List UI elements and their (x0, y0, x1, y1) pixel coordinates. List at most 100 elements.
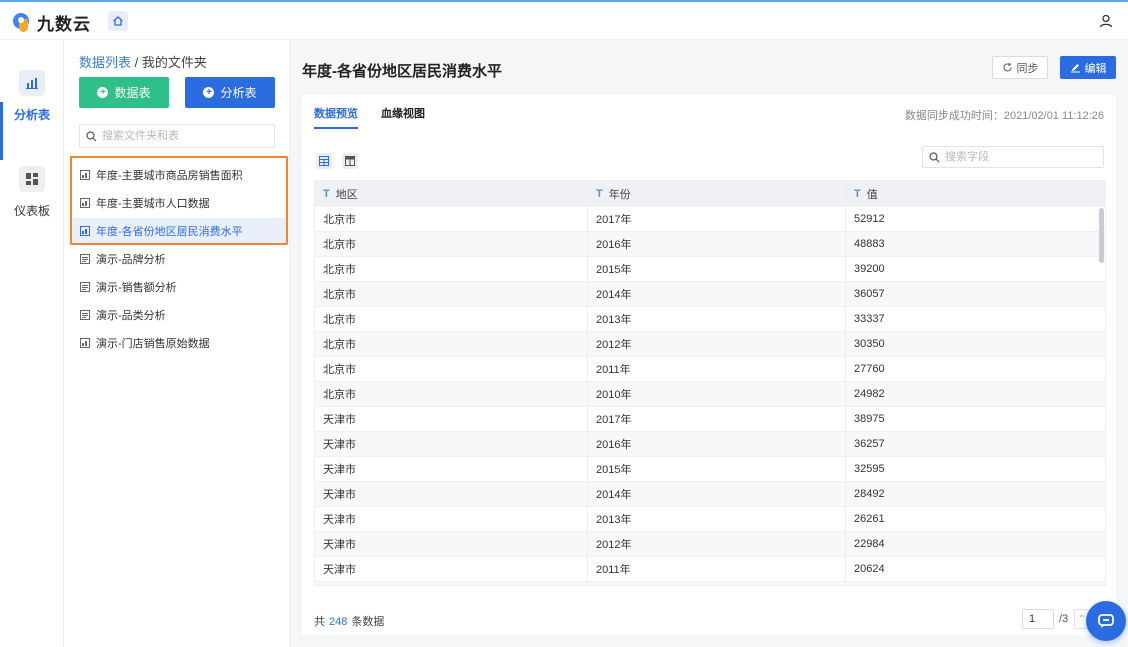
table-row[interactable]: 北京市 2010年 24982 (315, 381, 1105, 407)
table-cell: 38975 (854, 413, 885, 425)
file-item[interactable]: 演示-销售额分析 (72, 274, 286, 300)
table-cell: 北京市 (315, 356, 588, 382)
table-cell: 2011年 (588, 356, 846, 382)
table-row[interactable]: 北京市 2013年 33337 (315, 306, 1105, 332)
table-cell: 北京市 (315, 281, 588, 307)
search-icon (929, 151, 940, 162)
record-count-suffix: 条数据 (351, 616, 385, 628)
edit-icon (1070, 64, 1080, 73)
file-item-label: 演示-品牌分析 (96, 254, 166, 266)
table-cell: 天津市 (315, 506, 588, 532)
chart-icon (19, 70, 45, 96)
file-item[interactable]: 年度-主要城市商品房销售面积 (72, 162, 286, 188)
table-cell: 天津市 (315, 556, 588, 582)
home-button[interactable] (108, 11, 128, 31)
refresh-icon (1003, 62, 1012, 72)
column-header-year[interactable]: T 年份 (588, 181, 846, 206)
table-cell: 2014年 (588, 281, 846, 307)
table-cell: 2010年 (588, 381, 846, 407)
user-icon[interactable] (1098, 13, 1114, 29)
table-row[interactable]: 北京市 2011年 27760 (315, 356, 1105, 382)
tab-lineage-view[interactable]: 血缘视图 (381, 105, 425, 127)
table-cell: 20624 (854, 563, 885, 575)
file-item-label: 演示-销售额分析 (96, 282, 177, 294)
breadcrumb-separator: / (131, 55, 142, 70)
table-cell: 33337 (854, 313, 885, 325)
file-search-input[interactable] (102, 130, 252, 142)
table-view-button[interactable] (316, 153, 332, 169)
breadcrumb-current: 我的文件夹 (141, 55, 207, 70)
edit-button[interactable]: 编辑 (1060, 56, 1116, 79)
file-item[interactable]: 演示-门店销售原始数据 (72, 330, 286, 356)
chevron-up-icon: ⌃ (1077, 613, 1087, 625)
app-logo[interactable]: 九数云 (13, 10, 91, 35)
table-cell: 17852 (846, 582, 1105, 586)
table-cell: 36257 (854, 438, 885, 450)
file-panel: 数据列表 / 我的文件夹 + 数据表 + 分析表 年度-主要城市商品房销售面积 … (64, 40, 290, 647)
app-name: 九数云 (37, 15, 91, 34)
table-cell: 天津市 (315, 456, 588, 482)
file-item-label: 年度-主要城市人口数据 (96, 198, 210, 210)
table-row[interactable]: 北京市 2012年 30350 (315, 331, 1105, 357)
plus-icon: + (97, 87, 109, 98)
table-cell: 2015年 (588, 456, 846, 482)
tab-data-preview[interactable]: 数据预览 (314, 105, 358, 129)
table-cell: 48883 (854, 238, 885, 250)
data-grid: T 地区 T 年份 T值 北京市 2017年 52912 北京市 2016年 48883 北京市… (314, 180, 1106, 586)
column-header-region[interactable]: T 地区 (315, 181, 588, 206)
page-total: /3 (1059, 613, 1069, 625)
table-row[interactable]: 北京市 2017年 52912 (315, 206, 1105, 232)
table-icon (319, 156, 329, 166)
table-cell: 北京市 (315, 331, 588, 357)
table-cell: 32595 (854, 463, 885, 475)
vertical-scrollbar[interactable] (1099, 208, 1104, 263)
column-header-value[interactable]: T值 (846, 181, 1105, 206)
file-item[interactable]: 演示-品类分析 (72, 302, 286, 328)
breadcrumb-root[interactable]: 数据列表 (79, 55, 131, 70)
table-cell: 2012年 (588, 331, 846, 357)
table-row[interactable]: 天津市 2014年 28492 (315, 481, 1105, 507)
rail-item-dashboard[interactable]: 仪表板 (0, 166, 64, 246)
text-type-icon: T (854, 187, 861, 200)
add-analysis-table-button[interactable]: + 分析表 (185, 77, 275, 108)
file-item[interactable]: 演示-品牌分析 (72, 246, 286, 272)
text-type-icon: T (323, 187, 330, 200)
table-row[interactable]: 天津市 2011年 20624 (315, 556, 1105, 582)
record-count: 共 248 条数据 (314, 613, 384, 629)
table-row[interactable]: 天津市2010年17852 (315, 581, 1105, 586)
breadcrumb: 数据列表 / 我的文件夹 (79, 52, 207, 71)
table-cell: 2011年 (588, 556, 846, 582)
table-cell: 天津市 (315, 481, 588, 507)
main-content: 年度-各省份地区居民消费水平 同步 编辑 数据预览 血缘视图 数据同步成功时间：… (290, 40, 1128, 647)
page-number-input[interactable]: 1 (1022, 609, 1054, 629)
file-item-selected[interactable]: 年度-各省份地区居民消费水平 (72, 218, 286, 244)
table-row[interactable]: 天津市 2015年 32595 (315, 456, 1105, 482)
sync-button[interactable]: 同步 (992, 56, 1048, 79)
text-type-icon: T (596, 187, 603, 200)
layout-view-button[interactable] (342, 153, 358, 169)
table-row[interactable]: 天津市 2017年 38975 (315, 406, 1105, 432)
search-icon (86, 130, 97, 141)
table-cell: 2016年 (588, 231, 846, 257)
file-item-label: 演示-门店销售原始数据 (96, 338, 210, 350)
field-search-input[interactable] (945, 151, 1095, 163)
record-count-number: 248 (329, 616, 348, 628)
add-data-table-button[interactable]: + 数据表 (79, 77, 169, 108)
analysis-table-icon (80, 254, 90, 264)
table-row[interactable]: 北京市 2015年 39200 (315, 256, 1105, 282)
table-cell: 52912 (854, 213, 885, 225)
table-row[interactable]: 天津市 2016年 36257 (315, 431, 1105, 457)
table-row[interactable]: 天津市 2013年 26261 (315, 506, 1105, 532)
table-row[interactable]: 北京市 2016年 48883 (315, 231, 1105, 257)
table-cell: 27760 (854, 363, 885, 375)
table-cell: 24982 (854, 388, 885, 400)
support-chat-button[interactable] (1086, 601, 1126, 641)
table-cell: 2012年 (588, 531, 846, 557)
rail-item-analysis[interactable]: 分析表 (0, 70, 64, 160)
table-row[interactable]: 北京市 2014年 36057 (315, 281, 1105, 307)
table-cell: 天津市 (315, 431, 588, 457)
layout-icon (345, 156, 355, 166)
table-cell: 26261 (854, 513, 885, 525)
file-item[interactable]: 年度-主要城市人口数据 (72, 190, 286, 216)
table-row[interactable]: 天津市 2012年 22984 (315, 531, 1105, 557)
